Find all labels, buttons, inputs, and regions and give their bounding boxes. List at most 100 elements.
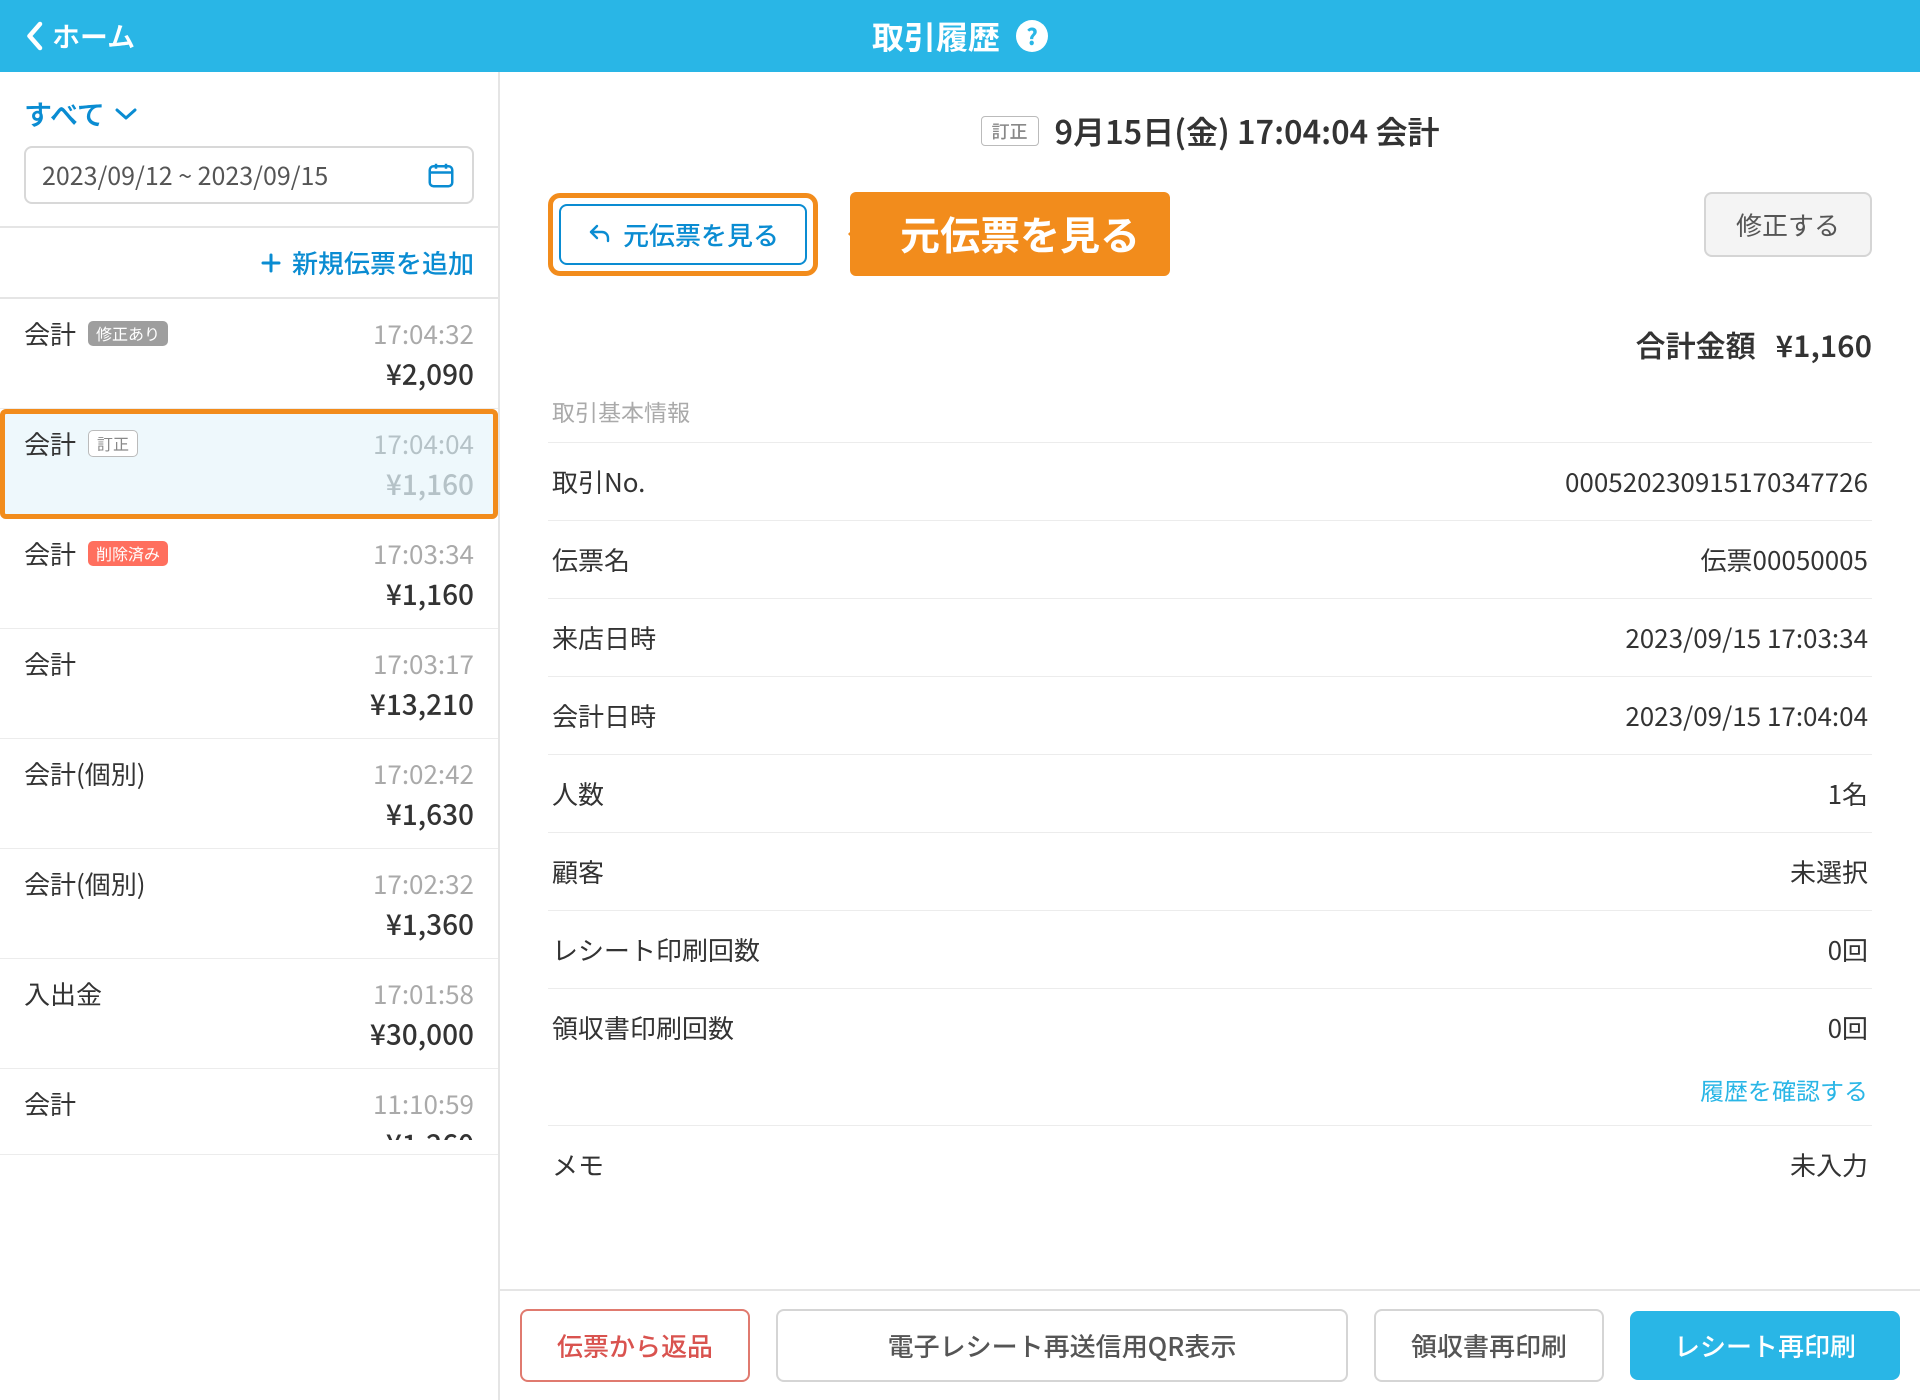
page-title-wrap: 取引履歴 ?: [872, 13, 1048, 59]
ereceipt-qr-button[interactable]: 電子レシート再送信用QR表示: [776, 1309, 1348, 1382]
undo-icon: [587, 222, 611, 246]
info-key: 顧客: [552, 853, 604, 890]
view-original-label: 元伝票を見る: [623, 216, 779, 253]
transaction-amount: ¥1,630: [24, 794, 474, 834]
info-key: 取引No.: [552, 463, 645, 500]
info-row: 会計日時 2023/09/15 17:04:04: [548, 676, 1872, 754]
info-value: 伝票00050005: [1701, 541, 1868, 578]
transaction-kind-text: 会計: [24, 315, 76, 352]
total-label: 合計金額: [1636, 322, 1756, 366]
transaction-kind-text: 会計: [24, 645, 76, 682]
transaction-time: 17:02:32: [373, 865, 474, 902]
detail-heading: 訂正 9月15日(金) 17:04:04 会計: [548, 108, 1872, 154]
action-row: 元伝票を見る 元伝票を見る 修正する: [548, 192, 1872, 276]
total-value: ¥1,160: [1776, 322, 1872, 366]
date-range-text: 2023/09/12 ~ 2023/09/15: [42, 157, 328, 193]
return-from-slip-button[interactable]: 伝票から返品: [520, 1309, 750, 1382]
info-value: 0回: [1828, 931, 1868, 968]
top-bar: ホーム 取引履歴 ?: [0, 0, 1920, 72]
info-value: 2023/09/15 17:03:34: [1625, 619, 1868, 656]
add-slip-button[interactable]: 新規伝票を追加: [0, 228, 498, 297]
transaction-kind-text: 会計(個別): [24, 865, 146, 902]
transaction-item[interactable]: 入出金 17:01:58 ¥30,000: [0, 959, 498, 1069]
view-original-highlight: 元伝票を見る: [548, 193, 818, 276]
info-row-memo: メモ 未入力: [548, 1125, 1872, 1203]
info-key: 人数: [552, 775, 604, 812]
transaction-item[interactable]: 会計訂正 17:04:04 ¥1,160: [0, 409, 498, 519]
transaction-amount: ¥1,160: [24, 574, 474, 614]
info-key: 領収書印刷回数: [552, 1009, 734, 1046]
transaction-kind: 会計: [24, 1085, 76, 1122]
sidebar: すべて 2023/09/12 ~ 2023/09/15 新規伝票を追加 会計修正…: [0, 72, 500, 1400]
transaction-item[interactable]: 会計削除済み 17:03:34 ¥1,160: [0, 519, 498, 629]
transaction-amount: ¥2,090: [24, 354, 474, 394]
transaction-amount: ¥1,260: [24, 1124, 474, 1140]
transaction-time: 11:10:59: [373, 1085, 474, 1122]
chevron-left-icon: [24, 21, 44, 51]
info-value: 0回: [1828, 1009, 1868, 1046]
section-title: 取引基本情報: [548, 394, 1872, 442]
transaction-time: 17:04:04: [373, 425, 474, 462]
info-value: 未選択: [1790, 853, 1868, 890]
info-row: 人数 1名: [548, 754, 1872, 832]
filter-label-text: すべて: [24, 94, 105, 134]
transaction-item[interactable]: 会計(個別) 17:02:32 ¥1,360: [0, 849, 498, 959]
date-range-row: 2023/09/12 ~ 2023/09/15: [0, 146, 498, 226]
detail-panel: 訂正 9月15日(金) 17:04:04 会計 元伝票を見る 元伝票を見る 修正: [500, 72, 1920, 1400]
transaction-item[interactable]: 会計修正あり 17:04:32 ¥2,090: [0, 299, 498, 409]
edit-button[interactable]: 修正する: [1704, 192, 1872, 257]
filter-dropdown[interactable]: すべて: [24, 94, 137, 134]
chevron-down-icon: [115, 107, 137, 121]
transaction-kind: 入出金: [24, 975, 102, 1012]
date-range-input[interactable]: 2023/09/12 ~ 2023/09/15: [24, 146, 474, 204]
filter-block: すべて: [0, 72, 498, 146]
info-row: 顧客 未選択: [548, 832, 1872, 910]
transaction-time: 17:04:32: [373, 315, 474, 352]
transaction-list: 会計修正あり 17:04:32 ¥2,090 会計訂正 17:04:04 ¥1,…: [0, 299, 498, 1155]
transaction-kind: 会計訂正: [24, 425, 138, 462]
add-slip-label: 新規伝票を追加: [292, 244, 474, 281]
transaction-kind-text: 会計: [24, 535, 76, 572]
info-key: レシート印刷回数: [552, 931, 760, 968]
transaction-time: 17:03:17: [373, 645, 474, 682]
back-home-button[interactable]: ホーム: [0, 16, 135, 56]
memo-key: メモ: [552, 1146, 604, 1183]
transaction-kind-text: 会計(個別): [24, 755, 146, 792]
info-value: 000520230915170347726: [1565, 463, 1868, 500]
back-home-label: ホーム: [52, 16, 135, 56]
transaction-kind: 会計削除済み: [24, 535, 168, 572]
info-row: 来店日時 2023/09/15 17:03:34: [548, 598, 1872, 676]
help-icon[interactable]: ?: [1016, 20, 1048, 52]
history-link-row: 履歴を確認する: [548, 1066, 1872, 1107]
transaction-time: 17:02:42: [373, 755, 474, 792]
info-row: 取引No. 000520230915170347726: [548, 442, 1872, 520]
main-layout: すべて 2023/09/12 ~ 2023/09/15 新規伝票を追加 会計修正…: [0, 72, 1920, 1400]
info-key: 来店日時: [552, 619, 656, 656]
callout-text: 元伝票を見る: [900, 204, 1140, 262]
transaction-kind-text: 会計: [24, 425, 76, 462]
slip-reprint-button[interactable]: レシート再印刷: [1630, 1311, 1900, 1380]
info-key: 会計日時: [552, 697, 656, 734]
info-value: 1名: [1828, 775, 1868, 812]
transaction-kind-text: 会計: [24, 1085, 76, 1122]
total-amount-line: 合計金額 ¥1,160: [548, 322, 1872, 366]
transaction-amount: ¥13,210: [24, 684, 474, 724]
transaction-amount: ¥1,360: [24, 904, 474, 944]
receipt-reprint-button[interactable]: 領収書再印刷: [1374, 1309, 1604, 1382]
transaction-time: 17:01:58: [373, 975, 474, 1012]
plus-icon: [260, 252, 282, 274]
transaction-item[interactable]: 会計 17:03:17 ¥13,210: [0, 629, 498, 739]
footer-actions: 伝票から返品 電子レシート再送信用QR表示 領収書再印刷 レシート再印刷: [500, 1289, 1920, 1400]
info-value: 2023/09/15 17:04:04: [1625, 697, 1868, 734]
action-row-left: 元伝票を見る 元伝票を見る: [548, 192, 1170, 276]
transaction-kind: 会計(個別): [24, 865, 146, 902]
history-check-link[interactable]: 履歴を確認する: [1700, 1072, 1868, 1107]
transaction-amount: ¥1,160: [24, 464, 474, 504]
transaction-tag: 訂正: [88, 430, 138, 457]
transaction-amount: ¥30,000: [24, 1014, 474, 1054]
calendar-icon: [426, 160, 456, 190]
view-original-button[interactable]: 元伝票を見る: [559, 204, 807, 265]
transaction-item[interactable]: 会計 11:10:59 ¥1,260: [0, 1069, 498, 1155]
detail-heading-text: 9月15日(金) 17:04:04 会計: [1055, 108, 1440, 154]
transaction-item[interactable]: 会計(個別) 17:02:42 ¥1,630: [0, 739, 498, 849]
